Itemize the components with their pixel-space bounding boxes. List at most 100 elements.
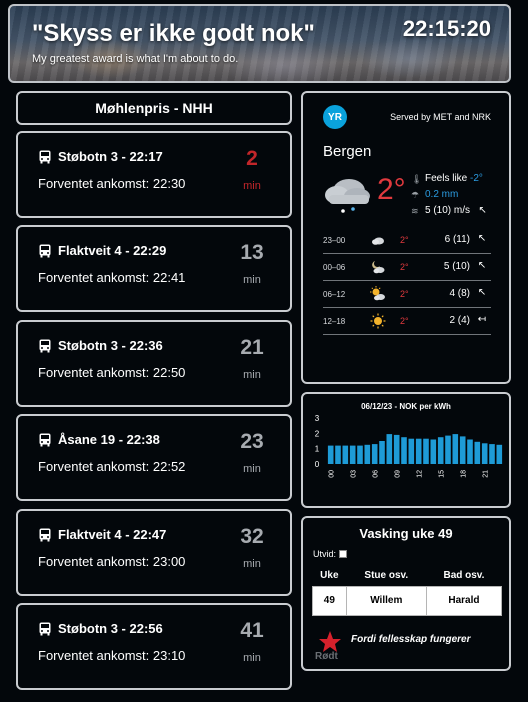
current-details: 🌡 Feels like -2° ☂ 0.2 mm ≋ 5 (10) m/s ↖ <box>411 171 487 219</box>
forecast-row: 12–18 2° 2 (4) ↤ <box>323 308 491 335</box>
expand-checkbox[interactable] <box>339 550 348 558</box>
price-bar <box>379 441 385 464</box>
forecast-period: 12–18 <box>323 317 346 326</box>
feels-like-value: -2° <box>470 173 483 184</box>
bus-icon <box>39 433 51 446</box>
laundry-header: Stue osv. <box>364 570 409 582</box>
current-temperature: 2° <box>377 173 406 206</box>
price-bar <box>445 435 451 464</box>
departure-line: Åsane 19 - 22:38 <box>38 432 160 447</box>
y-tick-label: 0 <box>315 460 320 469</box>
y-tick-label: 3 <box>315 414 320 423</box>
price-bar <box>349 445 356 464</box>
departure-card: Støbotn 3 - 22:17 Forventet ankomst: 22:3… <box>16 131 292 218</box>
bus-icon <box>39 150 51 163</box>
departure-line-text: Flaktveit 4 - 22:29 <box>58 243 167 258</box>
price-chart-svg: 06/12/23 - NOK per kWh012300 03 06 09 12 15 18… <box>315 402 503 478</box>
chart-title: 06/12/23 - NOK per kWh <box>361 402 451 411</box>
bus-icon <box>39 244 51 257</box>
y-tick-label: 1 <box>315 445 320 454</box>
laundry-cell: Willem <box>345 585 427 616</box>
thermometer-icon: 🌡 <box>411 174 423 184</box>
departure-minutes: 41 <box>240 619 264 642</box>
header-title: "Skyss er ikke godt nok" <box>32 20 315 47</box>
departure-minutes-unit: min <box>243 463 261 475</box>
laundry-slogan: Fordi fellesskap fungerer <box>351 634 471 645</box>
departure-line: Støbotn 3 - 22:36 <box>38 338 163 353</box>
laundry-header: Uke <box>320 570 339 582</box>
x-tick-label: 03 <box>351 470 358 478</box>
laundry-header: Bad osv. <box>443 570 485 582</box>
forecast-table: 23–00 2° 6 (11) ↖ 00–06 2° 5 (10) ↖ 06–12 2° 4 (8)… <box>323 227 491 335</box>
departure-minutes: 2 <box>246 147 258 170</box>
departure-card: Åsane 19 - 22:38 Forventet ankomst: 22:52… <box>16 414 292 501</box>
departure-card: Flaktveit 4 - 22:47 Forventet ankomst: 23… <box>16 509 292 596</box>
price-bar <box>496 444 503 464</box>
wind-direction-icon: ↖ <box>477 260 487 271</box>
departure-minutes: 23 <box>240 430 264 453</box>
x-tick-label: 21 <box>483 470 490 478</box>
cloud-icon <box>370 232 386 248</box>
wind-value: 5 (10) m/s <box>425 205 471 216</box>
umbrella-icon: ☂ <box>411 190 420 200</box>
departure-eta: Forventet ankomst: 22:41 <box>38 270 186 285</box>
weather-city: Bergen <box>323 143 372 160</box>
departure-line: Støbotn 3 - 22:17 <box>38 149 163 164</box>
expand-toggle[interactable]: Utvid: <box>313 549 348 559</box>
cloud-snow-icon <box>325 179 370 213</box>
price-bar <box>437 437 444 464</box>
departure-line: Støbotn 3 - 22:56 <box>38 621 163 636</box>
wind-direction-icon: ↖ <box>478 205 487 216</box>
laundry-cell: Harald <box>425 585 503 616</box>
price-bar <box>401 437 407 464</box>
departure-card: Støbotn 3 - 22:36 Forventet ankomst: 22:5… <box>16 320 292 407</box>
x-tick-label: 12 <box>417 470 424 478</box>
header-subtitle: My greatest award is what I'm about to d… <box>32 53 239 65</box>
price-bar <box>327 445 334 464</box>
departure-minutes: 21 <box>240 336 264 359</box>
clock: 22:15:20 <box>402 16 491 41</box>
x-tick-label: 09 <box>395 470 402 478</box>
departure-line-text: Støbotn 3 - 22:17 <box>58 149 163 164</box>
yr-logo[interactable]: YR <box>323 105 347 129</box>
price-bar <box>393 434 400 464</box>
departure-minutes: 13 <box>240 241 264 264</box>
laundry-title: Vasking uke 49 <box>359 526 453 541</box>
wind-direction-icon: ↤ <box>477 314 487 325</box>
departure-card: Flaktveit 4 - 22:29 Forventet ankomst: 22… <box>16 225 292 312</box>
forecast-wind: 2 (4) <box>449 315 470 326</box>
stop-name: Møhlenpris - NHH <box>16 91 292 125</box>
forecast-temperature: 2° <box>400 235 409 245</box>
price-chart: 06/12/23 - NOK per kWh 0 1 2 3 00 03 06 09 12 15 18… <box>301 392 511 508</box>
partly-sunny-icon <box>370 286 386 302</box>
bus-icon <box>39 622 51 635</box>
price-bar <box>364 444 371 464</box>
price-bar <box>474 441 481 464</box>
departure-line-text: Åsane 19 - 22:38 <box>58 432 160 447</box>
sun-icon <box>370 313 386 329</box>
price-bar <box>386 434 393 464</box>
y-tick-label: 2 <box>315 429 320 438</box>
price-bar <box>335 445 341 464</box>
forecast-period: 06–12 <box>323 290 346 299</box>
departure-eta: Forventet ankomst: 22:50 <box>38 365 186 380</box>
departure-minutes: 32 <box>240 525 264 548</box>
rodt-logo-text: Rødt <box>315 651 338 662</box>
departure-minutes-unit: min <box>243 274 261 286</box>
forecast-period: 00–06 <box>323 263 346 272</box>
x-tick-label: 00 <box>329 470 336 478</box>
price-bar <box>415 438 422 464</box>
expand-label: Utvid: <box>313 549 337 559</box>
departure-eta: Forventet ankomst: 22:52 <box>38 459 186 474</box>
bus-icon <box>39 528 51 541</box>
price-bar <box>342 445 349 464</box>
forecast-wind: 5 (10) <box>443 261 470 272</box>
partly-cloudy-night-icon <box>370 259 386 275</box>
departure-line-text: Flaktveit 4 - 22:47 <box>58 527 167 542</box>
departure-eta: Forventet ankomst: 22:30 <box>38 176 186 191</box>
price-bar <box>357 445 363 464</box>
forecast-temperature: 2° <box>400 262 409 272</box>
departure-minutes-unit: min <box>243 558 261 570</box>
price-bar <box>489 444 495 464</box>
departure-line: Flaktveit 4 - 22:29 <box>38 243 166 258</box>
